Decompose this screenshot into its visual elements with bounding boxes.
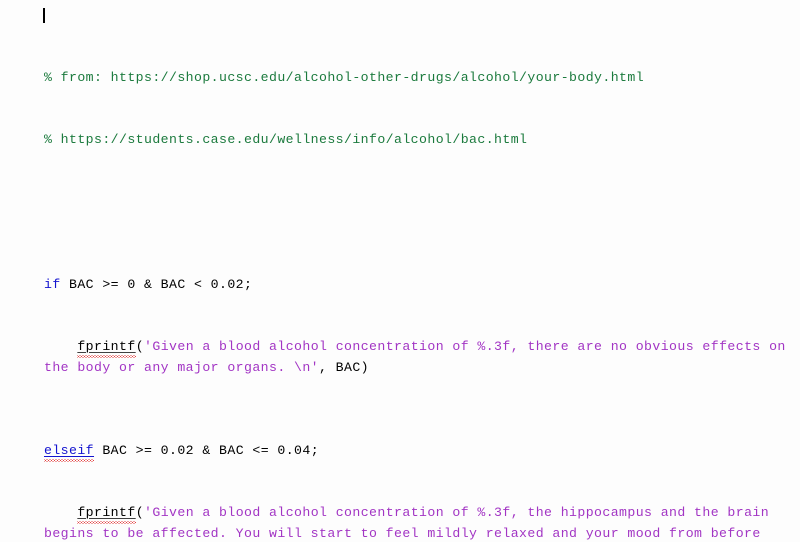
blank-line-1: [44, 192, 796, 213]
code-editor[interactable]: % from: https://shop.ucsc.edu/alcohol-ot…: [0, 0, 800, 542]
code-text-area[interactable]: % from: https://shop.ucsc.edu/alcohol-ot…: [0, 6, 800, 542]
code-line-elseif-2: elseif BAC >= 0.02 & BAC <= 0.04;: [44, 441, 796, 462]
comment-line-1: % from: https://shop.ucsc.edu/alcohol-ot…: [44, 70, 645, 86]
code-line-fprintf-2: fprintf('Given a blood alcohol concentra…: [44, 503, 796, 542]
string-literal-2: 'Given a blood alcohol concentration of …: [44, 504, 770, 541]
condition-1: BAC >= 0 & BAC < 0.02;: [60, 277, 253, 293]
keyword-elseif-2: elseif: [44, 442, 95, 458]
keyword-if: if: [44, 277, 61, 293]
call-args-1: , BAC): [319, 359, 370, 375]
string-literal-1: 'Given a blood alcohol concentration of …: [44, 339, 795, 375]
open-paren-1: (: [135, 339, 145, 355]
condition-2: BAC >= 0.02 & BAC <= 0.04;: [94, 442, 320, 458]
code-line-fprintf-1: fprintf('Given a blood alcohol concentra…: [44, 337, 796, 378]
fprintf-call-1: fprintf: [77, 339, 136, 355]
code-line-if-1: if BAC >= 0 & BAC < 0.02;: [44, 275, 796, 296]
open-paren-2: (: [135, 504, 145, 520]
comment-line-2: % https://students.case.edu/wellness/inf…: [44, 132, 528, 148]
fprintf-call-2: fprintf: [77, 504, 136, 520]
